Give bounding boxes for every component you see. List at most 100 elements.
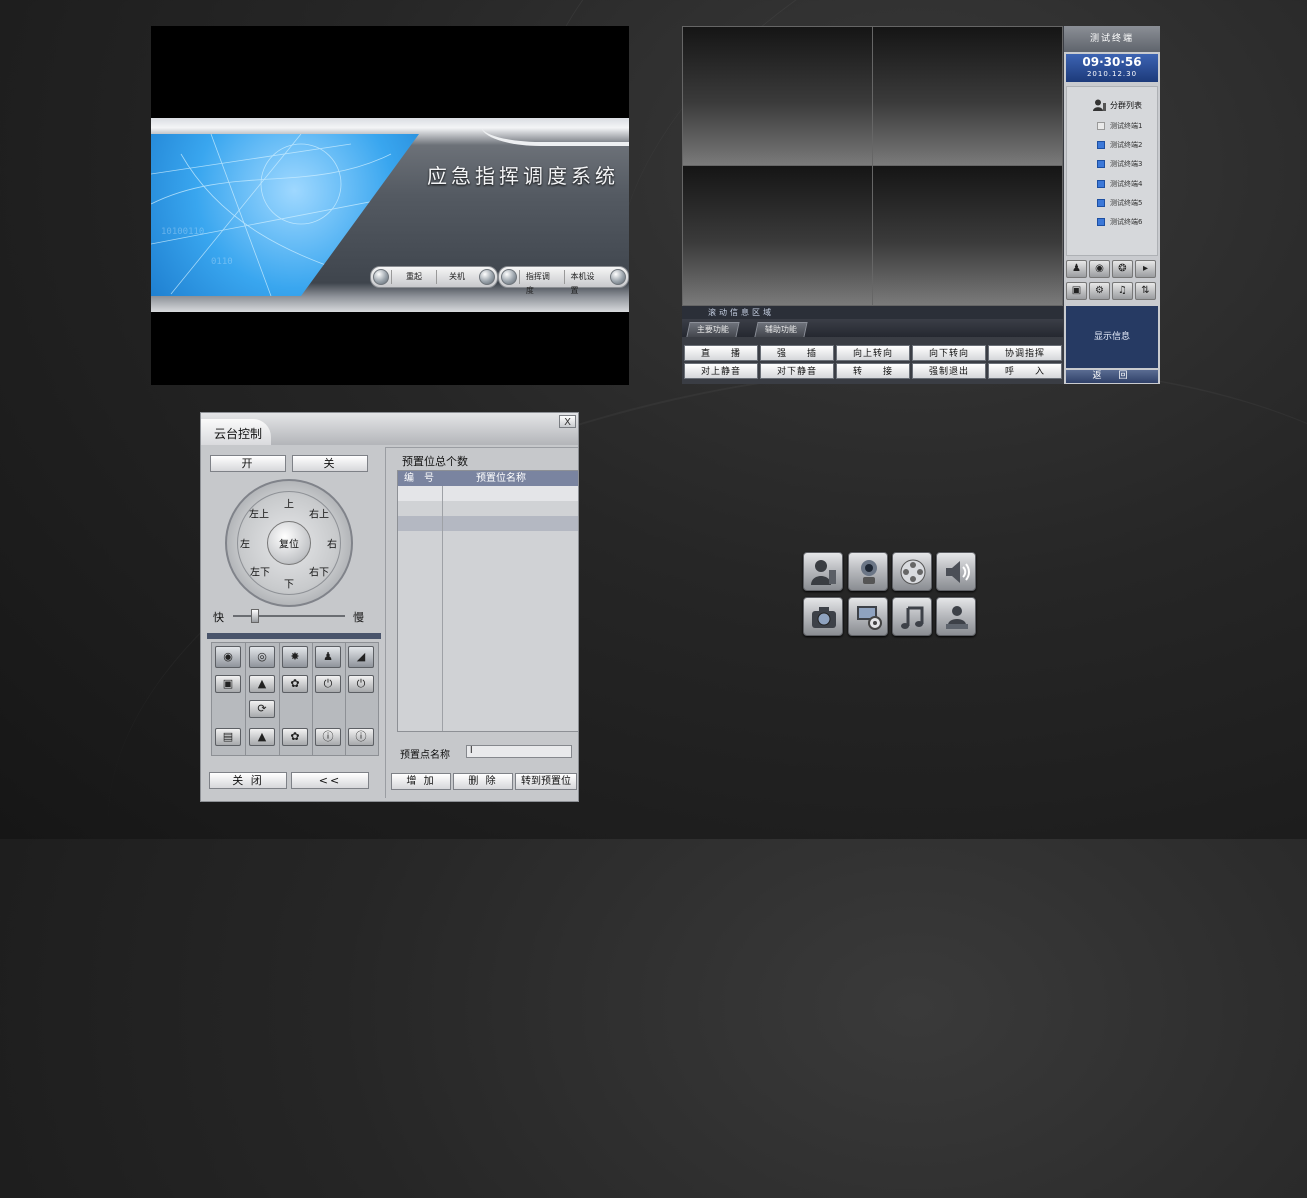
focus-near-icon[interactable]: ◉ (215, 646, 241, 668)
preset-table[interactable]: 编 号 预置位名称 (397, 470, 578, 732)
left-button[interactable]: 左 (240, 536, 250, 551)
checkbox-icon[interactable] (1097, 122, 1105, 130)
power-off-icon[interactable]: ⓘ (348, 728, 374, 746)
transfer-icon[interactable]: ⇅ (1135, 282, 1156, 300)
group-list-title: 分群列表 (1110, 100, 1142, 110)
mute-down-button[interactable]: 对下静音 (760, 363, 834, 379)
film-reel-icon[interactable] (892, 552, 932, 591)
terminal-item[interactable]: 测试终端1 (1097, 121, 1142, 131)
close-icon[interactable]: X (559, 415, 576, 428)
camera-robot-icon[interactable]: ◉ (1089, 260, 1110, 278)
photo-camera-icon[interactable] (803, 597, 843, 636)
group-user-icon (1093, 99, 1106, 111)
down-button[interactable]: 下 (284, 576, 294, 591)
restart-button[interactable]: 重起 (391, 270, 436, 284)
live-button[interactable]: 直 播 (684, 345, 758, 361)
terminal-item[interactable]: 测试终端2 (1097, 140, 1142, 150)
mute-up-button[interactable]: 对上静音 (684, 363, 758, 379)
user-icon[interactable] (803, 552, 843, 591)
speaker-icon[interactable] (936, 552, 976, 591)
slider-thumb[interactable] (251, 609, 259, 623)
table-row[interactable] (398, 486, 578, 501)
up-left-button[interactable]: 左上 (249, 506, 269, 521)
checkbox-icon[interactable] (1097, 180, 1105, 188)
user-icon[interactable]: ♟ (1066, 260, 1087, 278)
video-window[interactable] (872, 165, 1063, 306)
preset-total-label: 预置位总个数 (402, 455, 468, 468)
local-settings-button[interactable]: 本机设置 (563, 270, 609, 295)
power-off-icon[interactable]: ⓘ (315, 728, 341, 746)
delete-button[interactable]: 删 除 (453, 773, 513, 790)
focus-plus-icon[interactable]: ▲ (249, 675, 275, 693)
slider-track[interactable] (233, 615, 345, 617)
down-left-button[interactable]: 左下 (250, 564, 270, 579)
dispatch-console: 滚动信息区域 主要功能 辅助功能 直 播 强 插 向上转向 向下转向 协调指挥 … (682, 26, 1160, 384)
speed-fast-label: 快 (213, 611, 224, 624)
column-divider (442, 486, 443, 731)
goto-preset-button[interactable]: 转到预置位 (515, 773, 577, 790)
mode-button-group: 指挥调度 本机设置 (498, 266, 629, 295)
close-button[interactable]: 关 闭 (209, 772, 287, 789)
down-right-button[interactable]: 右下 (309, 564, 329, 579)
iris-open-icon[interactable]: ✿ (282, 675, 308, 693)
transfer-button[interactable]: 转 接 (836, 363, 910, 379)
video-window[interactable] (682, 26, 873, 166)
auto-focus-icon[interactable]: ⟳ (249, 700, 275, 718)
video-window[interactable] (872, 26, 1063, 166)
tab-main-functions[interactable]: 主要功能 (686, 322, 740, 337)
clock-display: 09·30·56 2010.12.30 (1066, 54, 1158, 82)
checkbox-icon[interactable] (1097, 199, 1105, 207)
focus-minus-icon[interactable]: ▲ (249, 728, 275, 746)
off-button[interactable]: 关 (292, 455, 368, 472)
right-button[interactable]: 右 (327, 536, 337, 551)
camera-robot-icon[interactable] (848, 552, 888, 591)
preset-name-input[interactable]: l (466, 745, 572, 758)
shutdown-button[interactable]: 关机 (436, 270, 477, 284)
terminal-item[interactable]: 测试终端4 (1097, 179, 1142, 189)
transfer-icon[interactable] (936, 597, 976, 636)
focus-far-icon[interactable]: ◎ (249, 646, 275, 668)
up-button[interactable]: 上 (284, 496, 294, 511)
zoom-out-icon[interactable]: ▤ (215, 728, 241, 746)
checkbox-icon[interactable] (1097, 141, 1105, 149)
collapse-button[interactable]: << (291, 772, 369, 789)
terminal-item[interactable]: 测试终端3 (1097, 159, 1142, 169)
force-exit-button[interactable]: 强制退出 (912, 363, 986, 379)
svg-text:0110: 0110 (211, 257, 233, 267)
speaker-icon[interactable]: ▸ (1135, 260, 1156, 278)
turn-down-button[interactable]: 向下转向 (912, 345, 986, 361)
terminal-item[interactable]: 测试终端5 (1097, 198, 1142, 208)
music-note-icon[interactable]: ♫ (1112, 282, 1133, 300)
coordinate-command-button[interactable]: 协调指挥 (988, 345, 1062, 361)
power-button-group: 重起 关机 (370, 266, 498, 288)
table-row[interactable] (398, 501, 578, 516)
settings-monitor-icon[interactable]: ⚙ (1089, 282, 1110, 300)
turn-up-button[interactable]: 向上转向 (836, 345, 910, 361)
music-note-icon[interactable] (892, 597, 932, 636)
command-dispatch-button[interactable]: 指挥调度 (518, 270, 564, 295)
video-window[interactable] (682, 165, 873, 306)
photo-camera-icon[interactable]: ▣ (1066, 282, 1087, 300)
iris-icon[interactable]: ✸ (282, 646, 308, 668)
table-row[interactable] (398, 516, 578, 531)
zoom-in-icon[interactable]: ▣ (215, 675, 241, 693)
force-insert-button[interactable]: 强 插 (760, 345, 834, 361)
group-icon[interactable]: ♟ (315, 646, 341, 668)
add-button[interactable]: 增 加 (391, 773, 451, 790)
checkbox-icon[interactable] (1097, 218, 1105, 226)
power-on-icon[interactable]: ⏻ (348, 675, 374, 693)
dialog-header: 云台控制 X (201, 413, 578, 445)
checkbox-icon[interactable] (1097, 160, 1105, 168)
back-button[interactable]: 返 回 (1066, 370, 1158, 383)
scroll-info-area: 滚动信息区域 (682, 306, 1063, 319)
film-reel-icon[interactable]: ❂ (1112, 260, 1133, 278)
wiper-icon[interactable]: ◢ (348, 646, 374, 668)
iris-close-icon[interactable]: ✿ (282, 728, 308, 746)
up-right-button[interactable]: 右上 (309, 506, 329, 521)
terminal-item[interactable]: 测试终端6 (1097, 217, 1142, 227)
settings-monitor-icon[interactable] (848, 597, 888, 636)
power-on-icon[interactable]: ⏻ (315, 675, 341, 693)
on-button[interactable]: 开 (210, 455, 286, 472)
tab-aux-functions[interactable]: 辅助功能 (754, 322, 808, 337)
call-in-button[interactable]: 呼 入 (988, 363, 1062, 379)
